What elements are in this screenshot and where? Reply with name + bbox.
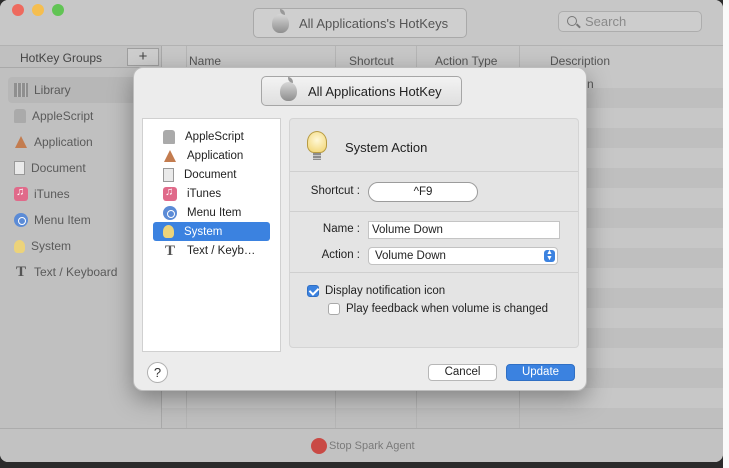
system-action-panel: System Action Shortcut : ^F9 Name : Acti… (289, 118, 579, 348)
traffic-lights (12, 4, 64, 16)
minimize-button[interactable] (32, 4, 44, 16)
divider (290, 211, 578, 212)
dialog-title: All Applications HotKey (308, 83, 442, 99)
sidebar-item-label: System (31, 239, 72, 253)
sidebar-item-library[interactable]: Library (8, 77, 153, 103)
hotkey-dialog: All Applications HotKey AppleScript Appl… (133, 67, 587, 391)
type-item-label: System (184, 225, 223, 238)
search-icon (567, 16, 577, 26)
library-icon (14, 83, 28, 97)
type-item-application[interactable]: Application (143, 146, 280, 165)
shortcut-label: Shortcut : (310, 185, 360, 197)
sidebar-item-label: iTunes (34, 187, 70, 201)
system-icon (14, 239, 25, 253)
dialog-title-button[interactable]: All Applications HotKey (261, 76, 462, 106)
type-item-menu-item[interactable]: Menu Item (143, 203, 280, 222)
zoom-button[interactable] (52, 4, 64, 16)
applescript-icon (163, 129, 175, 144)
system-icon (163, 225, 174, 238)
menu-item-icon (163, 205, 177, 220)
sidebar-item-label: Text / Keyboard (34, 265, 118, 279)
action-type-list: AppleScript Application Document iTunes … (142, 118, 281, 352)
adjacent-window-edge (723, 0, 729, 468)
type-item-text-keyboard[interactable]: T Text / Keyb… (143, 241, 280, 260)
sidebar-item-label: Application (34, 135, 93, 149)
play-feedback-checkbox[interactable]: Play feedback when volume is changed (328, 303, 548, 315)
search-placeholder: Search (585, 14, 627, 29)
column-header-name[interactable]: Name (189, 54, 221, 68)
type-item-applescript[interactable]: AppleScript (143, 127, 280, 146)
sidebar-header-label: HotKey Groups (20, 51, 103, 65)
text-icon: T (15, 264, 26, 280)
update-button[interactable]: Update (506, 364, 575, 381)
menu-item-icon (14, 213, 28, 227)
sidebar-header: HotKey Groups + (0, 46, 161, 68)
add-group-button[interactable]: + (127, 48, 159, 66)
action-select[interactable]: Volume Down ▲ ▼ (368, 247, 558, 265)
hotkeys-title-button[interactable]: All Applications's HotKeys (253, 8, 467, 38)
action-select-value: Volume Down (375, 250, 446, 262)
panel-title: System Action (345, 140, 428, 155)
application-icon (14, 135, 28, 149)
play-feedback-label: Play feedback when volume is changed (346, 303, 549, 315)
type-item-label: Document (184, 168, 237, 181)
column-header-action-type[interactable]: Action Type (435, 54, 497, 68)
column-header-shortcut[interactable]: Shortcut (349, 54, 394, 68)
itunes-icon (163, 186, 177, 201)
shortcut-field[interactable]: ^F9 (368, 182, 478, 202)
lightbulb-icon (307, 131, 327, 160)
sidebar-item-label: Menu Item (34, 213, 91, 227)
table-cell: n (587, 77, 594, 91)
divider (290, 272, 578, 273)
display-notification-label: Display notification icon (325, 285, 446, 297)
document-icon (14, 161, 25, 175)
type-item-label: AppleScript (185, 130, 244, 143)
type-item-label: Text / Keyb… (187, 244, 256, 257)
type-item-label: iTunes (187, 187, 222, 200)
help-button[interactable]: ? (147, 362, 168, 383)
bottom-bar: Stop Spark Agent (0, 428, 723, 462)
stop-icon (311, 438, 327, 454)
divider (290, 171, 578, 172)
sidebar-item-label: Library (34, 83, 71, 97)
action-label: Action : (321, 249, 360, 261)
checkbox-checked[interactable] (307, 285, 319, 297)
type-item-document[interactable]: Document (143, 165, 280, 184)
sidebar-item-label: Document (31, 161, 86, 175)
display-notification-checkbox[interactable]: Display notification icon (307, 285, 445, 297)
type-item-itunes[interactable]: iTunes (143, 184, 280, 203)
close-button[interactable] (12, 4, 24, 16)
text-icon: T (164, 242, 175, 259)
type-item-label: Application (187, 149, 244, 162)
cancel-button[interactable]: Cancel (428, 364, 497, 381)
name-input[interactable] (368, 221, 560, 239)
apple-icon (272, 8, 289, 33)
itunes-icon (14, 186, 28, 201)
stop-spark-agent-button[interactable]: Stop Spark Agent (311, 438, 415, 454)
applescript-icon (14, 109, 26, 123)
document-icon (163, 167, 174, 182)
type-item-label: Menu Item (187, 206, 242, 219)
apple-icon (280, 76, 297, 101)
type-item-system[interactable]: System (153, 222, 270, 241)
name-label: Name : (322, 223, 360, 235)
window-title: All Applications's HotKeys (299, 15, 449, 31)
stop-label: Stop Spark Agent (329, 440, 415, 452)
application-icon (163, 149, 177, 163)
sidebar-item-label: AppleScript (32, 109, 94, 123)
chevron-updown-icon: ▲ ▼ (544, 249, 555, 262)
search-field[interactable]: Search (558, 11, 702, 32)
column-header-description[interactable]: Description (550, 54, 610, 68)
window-titlebar: All Applications's HotKeys Search (0, 0, 723, 46)
checkbox-unchecked[interactable] (328, 303, 340, 315)
